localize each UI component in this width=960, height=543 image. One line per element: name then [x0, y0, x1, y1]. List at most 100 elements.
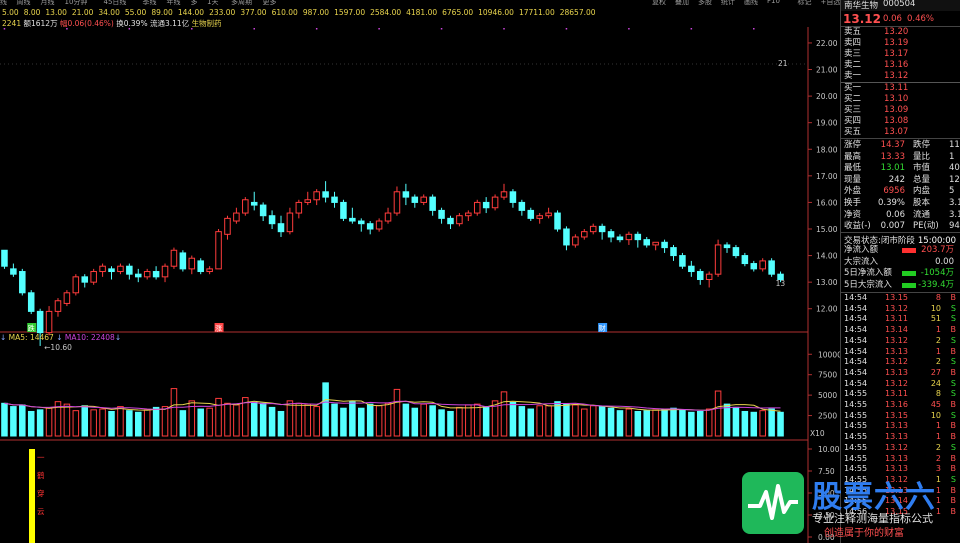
volume-bar	[393, 388, 401, 437]
volume-bar	[714, 390, 722, 437]
tool-button-0[interactable]: 复权	[652, 0, 666, 7]
price-header: 13.12 0.06 0.46%	[840, 11, 960, 27]
tick-price: 13.12	[885, 378, 908, 388]
volume-bar	[482, 406, 490, 437]
signal-dot	[753, 28, 755, 30]
volume-bar	[527, 408, 535, 437]
candle-body	[572, 236, 579, 246]
order-book: 卖五 13.20 卖四 13.19 卖三 13.17 卖二 13.16 卖一 13.12 买一 13.…	[840, 27, 960, 138]
ma-legend: ↓ MA5: 14467 ↓ MA10: 22408↓	[0, 333, 122, 342]
tool-button-3[interactable]: 统计	[721, 0, 735, 7]
tool-button-1[interactable]: 叠加	[675, 0, 689, 7]
tick-price: 13.16	[885, 400, 908, 409]
volume-bar	[741, 410, 749, 437]
orderbook-price: 13.12	[884, 71, 909, 81]
tick-row: 14:55 13.13 2 B	[841, 454, 960, 465]
period-tab-10[interactable]: 更多	[263, 0, 277, 7]
period-tab-7[interactable]: 多	[191, 0, 198, 7]
signal-dot	[565, 28, 568, 30]
period-tab-6[interactable]: 年线	[167, 0, 181, 7]
candle-body	[634, 233, 642, 241]
orderbook-label: 买一	[844, 83, 862, 93]
flow-value: 203.7万	[921, 245, 954, 255]
tick-volume: 10	[930, 410, 941, 420]
tick-row: 14:54 13.13 1 B	[841, 347, 960, 358]
volume-bar	[233, 404, 240, 437]
period-tab-8[interactable]: 1天	[207, 0, 218, 7]
tick-time: 14:55	[844, 400, 868, 409]
volume-bar	[598, 406, 606, 437]
signal-dot	[690, 28, 693, 30]
tool-button-5[interactable]: F10	[767, 0, 780, 5]
period-tab-3[interactable]: 10分钟	[65, 0, 88, 7]
tick-price: 13.13	[885, 346, 908, 356]
volume-bar	[197, 408, 204, 437]
period-tab-0[interactable]: 线	[0, 0, 7, 7]
tool-button-2[interactable]: 多股	[698, 0, 712, 7]
candle-body	[224, 217, 231, 235]
candle-body	[411, 196, 419, 203]
candle-body	[563, 228, 570, 246]
candle-body	[688, 265, 695, 273]
volume-bar	[518, 406, 526, 437]
tick-time: 14:54	[844, 325, 868, 335]
volume-bar	[304, 403, 312, 437]
candle-body	[135, 273, 142, 278]
tool-button-6[interactable]: 标记	[798, 0, 812, 7]
price-tick-label: 22.00	[816, 39, 838, 48]
tick-price: 13.12	[885, 303, 908, 313]
volume-bar	[500, 391, 508, 437]
period-tab-9[interactable]: 多周期	[231, 0, 252, 7]
fib-level: 89.00	[151, 8, 173, 17]
candle-body	[393, 191, 401, 214]
tool-button-7[interactable]: +自选	[821, 0, 841, 7]
volume-tick-label: 10000	[818, 350, 840, 359]
price-tick-label: 13.00	[816, 278, 838, 287]
price-tick-label: 21.00	[816, 66, 838, 75]
orderbook-row: 卖三 13.17	[841, 49, 960, 60]
price-tick-label: 19.00	[816, 119, 838, 128]
period-tab-2[interactable]: 月线	[41, 0, 55, 7]
volume-bar	[268, 406, 276, 437]
period-tab-5[interactable]: 季线	[143, 0, 157, 7]
orderbook-label: 买五	[844, 127, 862, 137]
stock-header: 南华生物 000504	[840, 0, 960, 11]
candle-body	[36, 310, 44, 334]
price-tick-label: 16.00	[816, 198, 838, 207]
candle-body	[500, 191, 508, 198]
flow-value: -339.4万	[918, 279, 954, 290]
tick-row: 14:55 13.13 1 B	[841, 432, 960, 443]
volume-bar	[509, 401, 517, 437]
candle-body	[322, 191, 329, 198]
period-tab-1[interactable]: 周线	[17, 0, 31, 7]
tick-side: S	[950, 314, 956, 324]
tick-row: 14:54 13.12 10 S	[841, 304, 960, 315]
candle-body	[358, 220, 365, 225]
volume-bar	[661, 408, 668, 437]
candle-body	[197, 260, 204, 273]
candle-body	[81, 276, 89, 283]
event-marker-label: 涨	[215, 324, 222, 333]
candle-body	[19, 271, 26, 294]
event-marker-label: 跌	[28, 324, 35, 333]
tick-volume: 8	[935, 389, 941, 399]
volume-bar	[45, 407, 53, 437]
candle-body	[750, 263, 758, 270]
volume-bar	[536, 405, 543, 437]
kline-chart[interactable]: 12.00 13.00 14.00 15.00 16.00 17.00 18.00 19.00…	[0, 27, 840, 543]
tick-side: S	[950, 442, 956, 452]
volume-bar	[63, 403, 71, 437]
signal-dot	[253, 28, 255, 30]
tool-button-4[interactable]: 画线	[744, 0, 758, 7]
tick-row: 14:54 13.12 2 S	[841, 336, 960, 347]
candle-body	[696, 271, 704, 280]
volume-tick-label: 7500	[818, 371, 837, 380]
stat-row: 外盘 6956 内盘 5	[841, 185, 960, 198]
signal-dot	[66, 28, 68, 30]
price-tick-label: 18.00	[816, 145, 838, 154]
volume-bar	[420, 403, 427, 437]
candle-body	[161, 265, 169, 278]
tick-price: 13.12	[885, 335, 908, 345]
candle-body	[331, 196, 338, 203]
period-tab-4[interactable]: 45日线	[104, 0, 127, 7]
